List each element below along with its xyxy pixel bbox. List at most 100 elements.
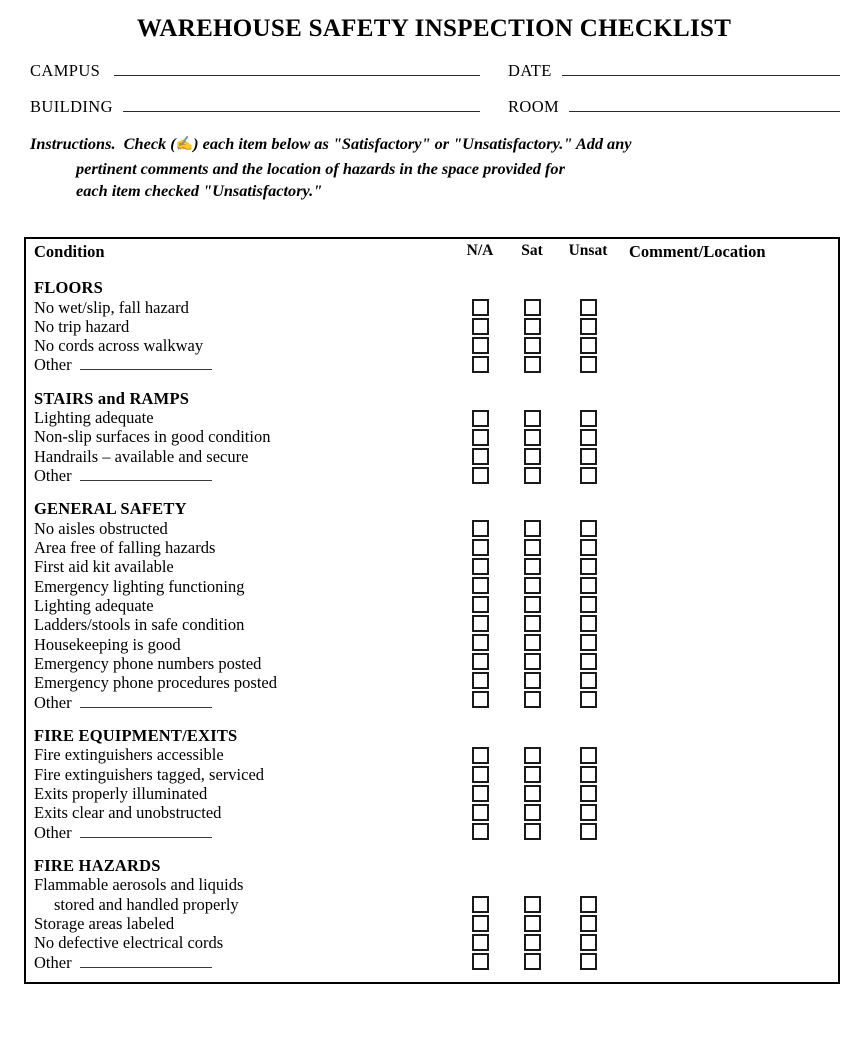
checkbox-unsat[interactable] — [579, 653, 597, 671]
checkbox-na[interactable] — [471, 356, 489, 373]
checkbox-na[interactable] — [471, 746, 489, 764]
checkbox-sat[interactable] — [523, 577, 541, 595]
other-item-input[interactable] — [79, 468, 212, 482]
checkbox-na[interactable] — [471, 447, 489, 465]
checkbox-unsat[interactable] — [579, 803, 597, 821]
checkbox-na[interactable] — [471, 822, 489, 840]
checkbox-na[interactable] — [471, 615, 489, 633]
checkbox-unsat[interactable] — [579, 746, 597, 764]
checkbox-unsat[interactable] — [579, 952, 597, 970]
checkbox-unsat[interactable] — [579, 691, 597, 709]
comment-location-cell[interactable] — [619, 852, 839, 983]
checkbox-sat[interactable] — [523, 409, 541, 427]
checkbox-sat[interactable] — [523, 615, 541, 633]
checkbox-sat[interactable] — [523, 337, 541, 354]
checkbox-na[interactable] — [471, 895, 489, 913]
checklist-item: First aid kit available — [34, 557, 453, 576]
checkbox-na[interactable] — [471, 466, 489, 484]
checkbox-unsat[interactable] — [579, 596, 597, 614]
checkbox-unsat[interactable] — [579, 428, 597, 446]
checkbox-na[interactable] — [471, 318, 489, 335]
checkbox-sat[interactable] — [523, 746, 541, 764]
checkbox-na[interactable] — [471, 596, 489, 614]
checkbox-na[interactable] — [471, 428, 489, 446]
checkbox-stack — [557, 495, 619, 710]
checkbox-sat[interactable] — [523, 634, 541, 652]
checkbox-sat[interactable] — [523, 447, 541, 465]
checkbox-sat[interactable] — [523, 356, 541, 373]
checkbox-unsat[interactable] — [579, 520, 597, 538]
checkbox-unsat[interactable] — [579, 634, 597, 652]
checkbox-na[interactable] — [471, 784, 489, 802]
checkbox-unsat[interactable] — [579, 299, 597, 316]
checkbox-sat[interactable] — [523, 803, 541, 821]
comment-location-cell[interactable] — [619, 274, 839, 385]
checkbox-sat[interactable] — [523, 914, 541, 932]
checkbox-unsat[interactable] — [579, 577, 597, 595]
checkbox-unsat[interactable] — [579, 337, 597, 354]
checkbox-sat[interactable] — [523, 466, 541, 484]
checkbox-sat[interactable] — [523, 933, 541, 951]
checkbox-sat[interactable] — [523, 318, 541, 335]
checkbox-unsat[interactable] — [579, 409, 597, 427]
date-input[interactable] — [561, 62, 840, 76]
other-item-input[interactable] — [79, 955, 212, 968]
checkbox-na[interactable] — [471, 653, 489, 671]
checkbox-unsat[interactable] — [579, 318, 597, 335]
checkbox-sat[interactable] — [523, 952, 541, 970]
checkbox-na[interactable] — [471, 558, 489, 576]
other-item-input[interactable] — [79, 825, 212, 838]
room-input[interactable] — [569, 98, 840, 112]
other-item-input[interactable] — [79, 695, 212, 708]
checkbox-unsat[interactable] — [579, 895, 597, 913]
checkbox-sat[interactable] — [523, 672, 541, 690]
building-input[interactable] — [122, 98, 480, 112]
checkbox-na[interactable] — [471, 634, 489, 652]
campus-input[interactable] — [114, 62, 480, 76]
checkbox-na[interactable] — [471, 409, 489, 427]
checkbox-sat[interactable] — [523, 539, 541, 557]
checkbox-unsat[interactable] — [579, 765, 597, 783]
checkbox-unsat[interactable] — [579, 784, 597, 802]
checkbox-unsat[interactable] — [579, 933, 597, 951]
checkbox-na[interactable] — [471, 539, 489, 557]
date-field-group: DATE — [508, 61, 840, 81]
checkbox-sat[interactable] — [523, 558, 541, 576]
checkbox-na[interactable] — [471, 803, 489, 821]
checkbox-unsat[interactable] — [579, 822, 597, 840]
checkbox-na[interactable] — [471, 577, 489, 595]
comment-location-cell[interactable] — [619, 722, 839, 852]
checkbox-unsat[interactable] — [579, 672, 597, 690]
checkbox-sat[interactable] — [523, 784, 541, 802]
checkbox-unsat[interactable] — [579, 447, 597, 465]
checkbox-sat[interactable] — [523, 822, 541, 840]
checkbox-sat[interactable] — [523, 428, 541, 446]
checkbox-stack — [557, 274, 619, 375]
checkbox-na[interactable] — [471, 914, 489, 932]
other-item-input[interactable] — [79, 357, 212, 371]
checkbox-sat[interactable] — [523, 596, 541, 614]
checkbox-na[interactable] — [471, 672, 489, 690]
checkbox-na[interactable] — [471, 299, 489, 316]
checkbox-unsat[interactable] — [579, 615, 597, 633]
checkbox-na[interactable] — [471, 691, 489, 709]
checkbox-na[interactable] — [471, 933, 489, 951]
checkbox-sat[interactable] — [523, 765, 541, 783]
checkbox-unsat[interactable] — [579, 558, 597, 576]
checkbox-sat[interactable] — [523, 653, 541, 671]
checkbox-sat[interactable] — [523, 691, 541, 709]
checkbox-na[interactable] — [471, 952, 489, 970]
checkbox-sat[interactable] — [523, 520, 541, 538]
checkbox-unsat[interactable] — [579, 466, 597, 484]
checkbox-na[interactable] — [471, 765, 489, 783]
checkbox-sat[interactable] — [523, 299, 541, 316]
checkbox-sat[interactable] — [523, 895, 541, 913]
comment-location-cell[interactable] — [619, 495, 839, 721]
checkbox-na[interactable] — [471, 520, 489, 538]
comment-location-cell[interactable] — [619, 385, 839, 496]
checklist-item-label: Lighting adequate — [34, 596, 154, 616]
checkbox-unsat[interactable] — [579, 539, 597, 557]
checkbox-unsat[interactable] — [579, 356, 597, 373]
checkbox-unsat[interactable] — [579, 914, 597, 932]
checkbox-na[interactable] — [471, 337, 489, 354]
